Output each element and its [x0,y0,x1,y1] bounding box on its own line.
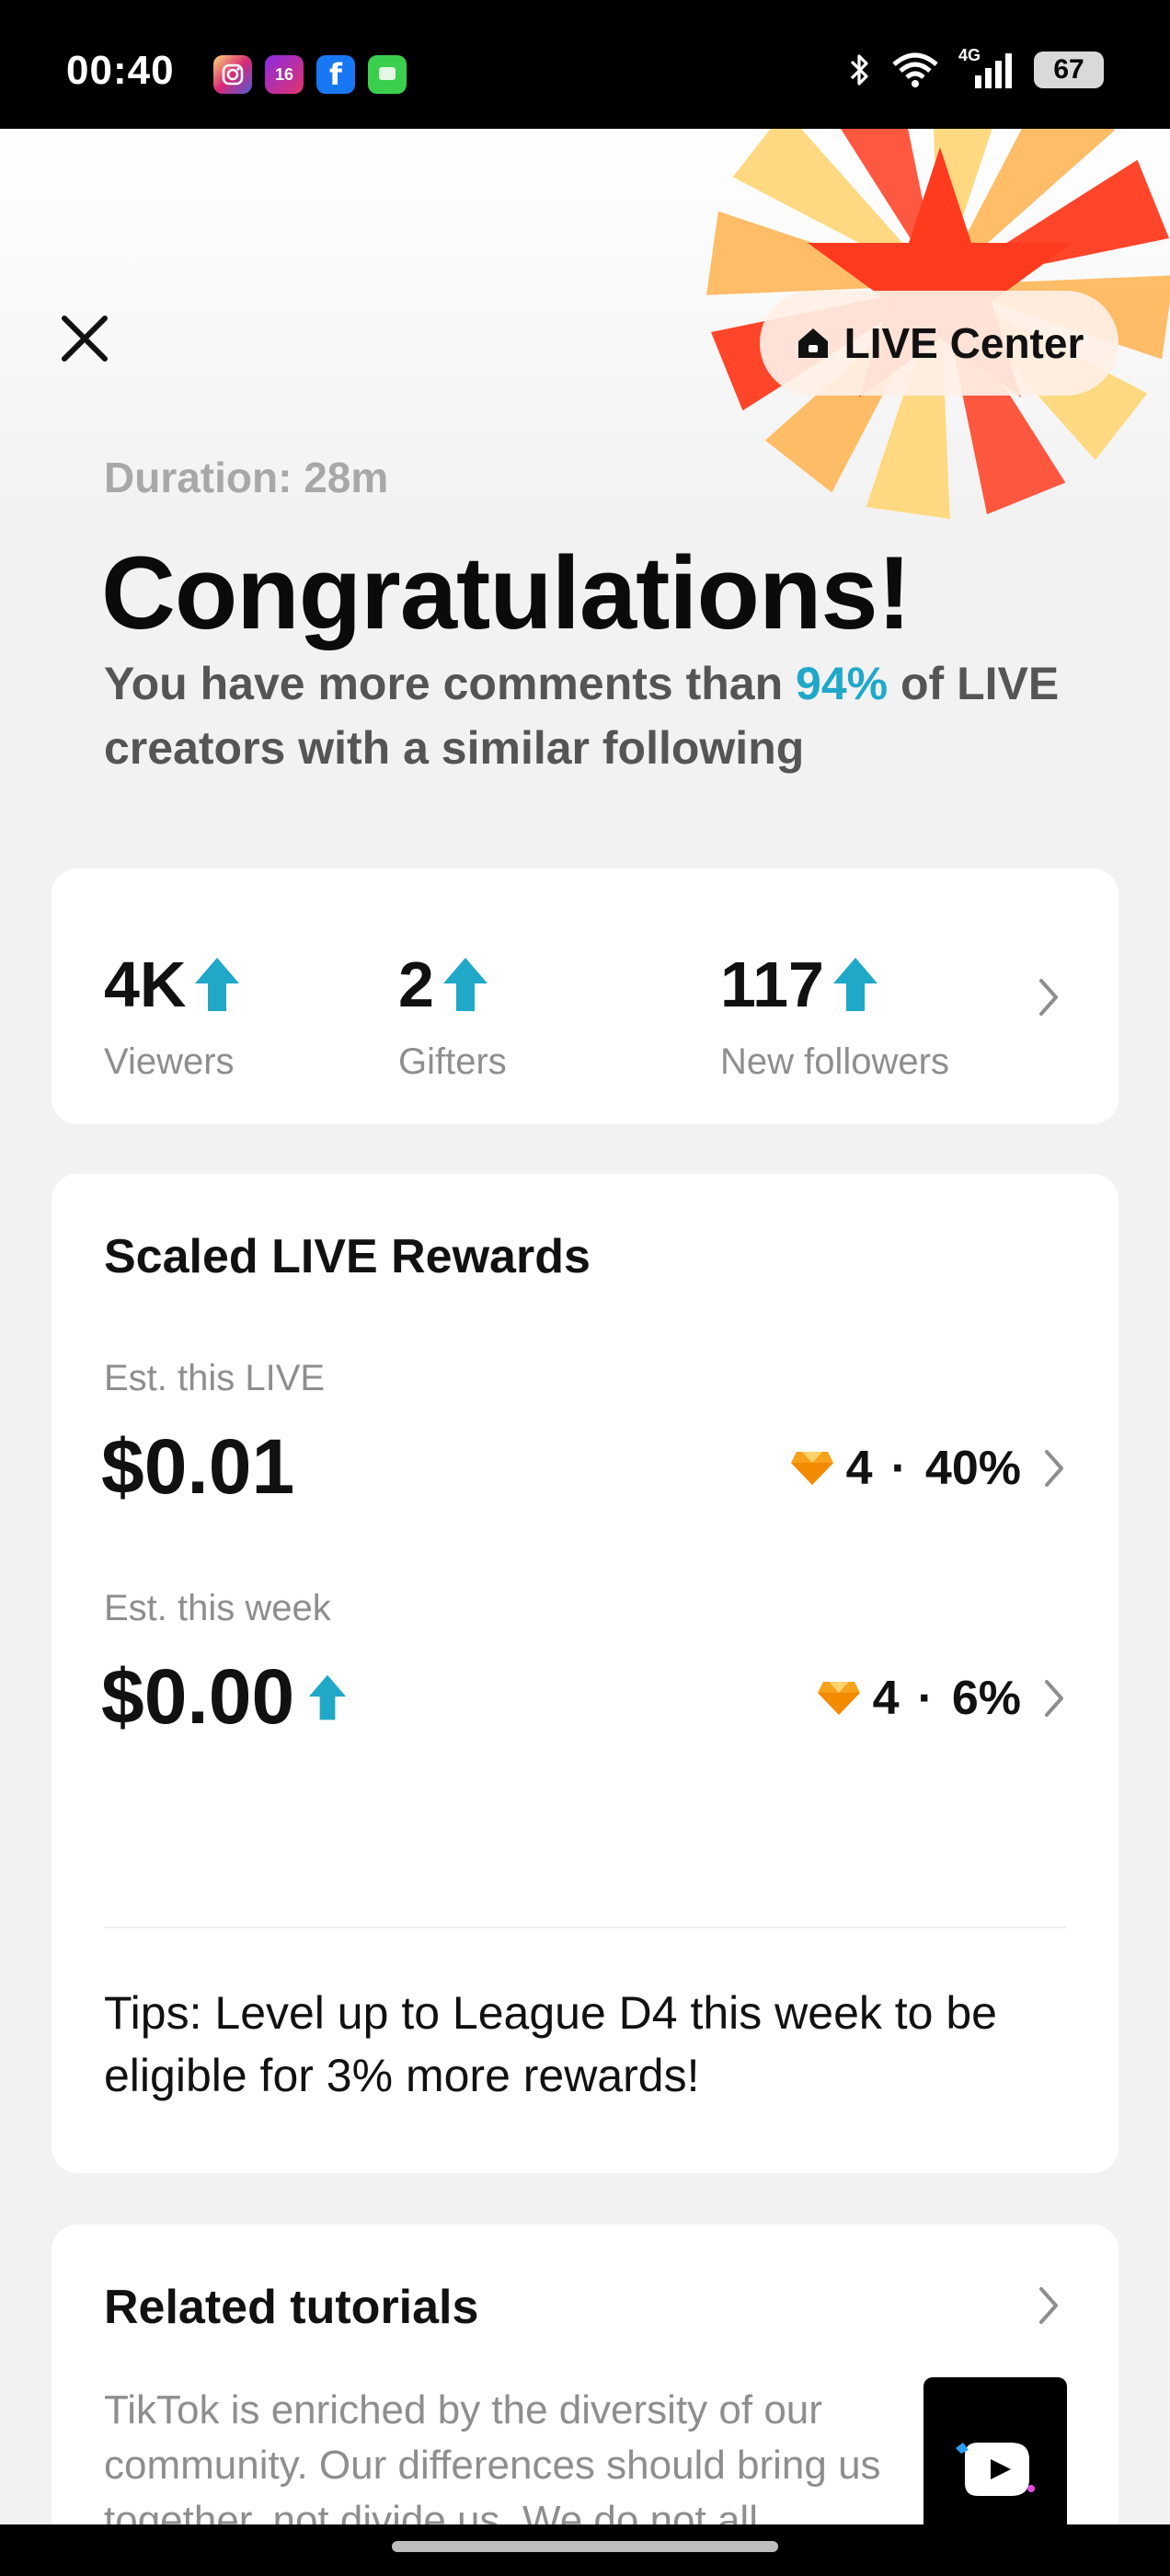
stat-label: Gifters [398,1041,507,1082]
reward-percent: 40% [924,1442,1021,1495]
comment-percent: 94% [796,658,889,709]
calendar-icon: 16 [265,55,304,94]
stat-value: 4K [104,949,187,1020]
arrow-up-icon [442,958,488,1011]
est-live-details[interactable]: 4 · 40% [789,1441,1067,1496]
tutorial-description: TikTok is enriched by the diversity of o… [104,2387,881,2524]
stat-new-followers: 117 New followers [720,948,949,1083]
live-center-label: LIVE Center [843,319,1084,367]
divider [104,1926,1066,1928]
diamond-icon [817,1682,860,1715]
calendar-day: 16 [274,64,294,84]
battery-indicator: 67 [1034,52,1104,88]
rewards-tip: Tips: Level up to League D4 this week to… [104,1987,997,2101]
arrow-up-icon [832,958,878,1011]
diamond-count: 4 [872,1672,900,1725]
status-bar: 00:40 16 f 4G 67 [0,0,1170,129]
stat-label: Viewers [104,1041,235,1082]
est-week-label: Est. this week [104,1588,331,1628]
live-center-button[interactable]: LIVE Center [760,291,1118,396]
cellular-signal-icon: 4G [958,46,1015,90]
home-indicator[interactable] [392,2541,778,2552]
close-button[interactable] [52,305,118,372]
instagram-icon [213,55,252,94]
comment-text-before: You have more comments than [104,658,797,709]
page-title: Congratulations! [101,535,912,650]
stat-label: New followers [720,1041,949,1082]
amount-value: $0.01 [101,1423,295,1510]
live-duration: Duration: 28m [104,454,389,501]
tutorials-title: Related tutorials [104,2281,479,2334]
diamond-icon [790,1452,833,1485]
tutorial-thumbnail[interactable] [923,2377,1067,2524]
est-week-amount: $0.00 [101,1652,348,1742]
chevron-right-icon [1045,1450,1063,1487]
system-navigation-bar [0,2524,1170,2576]
status-time: 00:40 [66,48,175,93]
est-live-label: Est. this LIVE [104,1358,326,1398]
stat-viewers: 4K Viewers [104,948,241,1083]
separator-dot: · [890,1442,907,1495]
tutorials-card[interactable]: Related tutorials TikTok is enriched by … [52,2225,1118,2524]
chevron-right-icon [1039,2287,1058,2324]
facebook-icon: f [316,55,355,94]
bluetooth-icon [850,54,868,86]
stat-value: 2 [398,949,434,1020]
amount-value: $0.00 [101,1653,295,1740]
live-summary-screen: LIVE Center Duration: 28m Congratulation… [0,129,1170,2524]
comment-comparison: You have more comments than 94% of LIVE … [104,651,1070,780]
diamond-count: 4 [845,1442,873,1495]
chevron-right-icon [1039,979,1058,1016]
est-week-details[interactable]: 4 · 6% [816,1671,1067,1726]
rewards-title: Scaled LIVE Rewards [104,1230,591,1283]
separator-dot: · [917,1672,934,1725]
stat-value: 117 [720,949,824,1020]
arrow-up-icon [195,958,240,1011]
status-app-icons: 16 f [213,55,407,94]
chevron-right-icon [1045,1680,1063,1717]
reward-percent: 6% [951,1672,1021,1725]
stat-gifters: 2 Gifters [398,948,507,1083]
stats-card[interactable]: 4K Viewers 2 Gifters 117 New followers [52,868,1118,1124]
play-icon [956,2443,1035,2496]
close-icon [62,316,108,362]
arrow-up-icon [309,1674,347,1719]
est-live-amount: $0.01 [101,1422,294,1512]
messages-icon [368,55,407,94]
rewards-card: Scaled LIVE Rewards Est. this LIVE $0.01… [52,1174,1118,2173]
wifi-icon [892,52,938,87]
status-indicators: 4G 67 [848,46,1104,90]
home-icon [797,328,828,358]
